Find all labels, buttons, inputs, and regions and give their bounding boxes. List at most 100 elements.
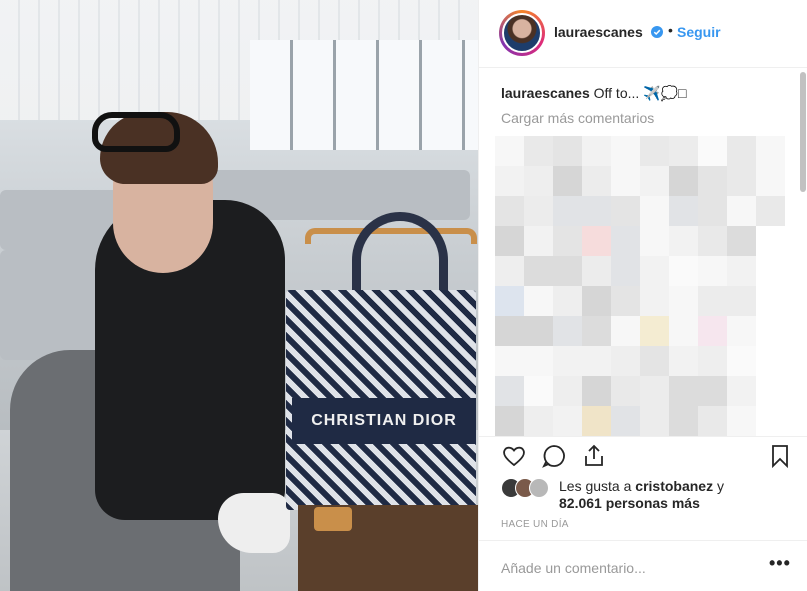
header-username[interactable]: lauraescanes — [554, 24, 643, 40]
blurred-pixel — [553, 316, 582, 346]
follow-button[interactable]: Seguir — [677, 24, 721, 40]
likes-prefix: Les gusta a — [559, 478, 632, 494]
blurred-pixel — [524, 406, 553, 436]
blurred-pixel — [611, 226, 640, 256]
blurred-pixel — [553, 346, 582, 376]
blurred-pixel — [495, 406, 524, 436]
comment-icon[interactable] — [541, 443, 567, 469]
blurred-pixel — [524, 166, 553, 196]
action-bar — [479, 436, 807, 476]
blurred-pixel — [640, 316, 669, 346]
caption-text: Off to... ✈️💭□ — [593, 85, 687, 101]
blurred-pixel — [756, 196, 785, 226]
photo-suitcase-tag — [314, 507, 352, 531]
blurred-pixel — [495, 226, 524, 256]
blurred-pixel — [669, 256, 698, 286]
story-ring[interactable] — [499, 10, 545, 56]
load-more-comments-button[interactable]: Cargar más comentarios — [501, 110, 654, 126]
blurred-pixel — [524, 256, 553, 286]
blurred-pixel — [582, 316, 611, 346]
post-header: lauraescanes • Seguir — [479, 0, 807, 68]
blurred-pixel — [582, 136, 611, 166]
blurred-pixel — [495, 376, 524, 406]
blurred-pixel — [524, 136, 553, 166]
blurred-pixel — [640, 166, 669, 196]
blurred-pixel — [698, 346, 727, 376]
blurred-pixel — [756, 316, 785, 346]
share-icon[interactable] — [581, 443, 607, 469]
blurred-pixel — [582, 196, 611, 226]
avatar[interactable] — [502, 13, 542, 53]
blurred-pixel — [582, 346, 611, 376]
blurred-pixel — [640, 226, 669, 256]
blurred-pixel — [582, 256, 611, 286]
blurred-pixel — [611, 316, 640, 346]
blurred-pixel — [495, 256, 524, 286]
blurred-pixel — [640, 136, 669, 166]
likes-conj: y — [716, 478, 724, 494]
blurred-pixel — [669, 226, 698, 256]
blurred-pixel — [727, 406, 756, 436]
blurred-pixel — [727, 316, 756, 346]
post-timestamp[interactable]: HACE UN DÍA — [501, 519, 569, 530]
heart-icon[interactable] — [501, 443, 527, 469]
liker-username[interactable]: cristobanez — [635, 478, 713, 494]
verified-badge-icon — [651, 26, 663, 38]
post-photo[interactable]: CHRISTIAN DIOR — [0, 0, 478, 591]
blurred-pixel — [611, 346, 640, 376]
bookmark-icon[interactable] — [767, 443, 793, 469]
likes-count-link[interactable]: 82.061 personas más — [559, 495, 700, 511]
caption-username[interactable]: lauraescanes — [501, 85, 590, 101]
blurred-pixel — [553, 196, 582, 226]
comments-scrollbar[interactable] — [800, 72, 806, 192]
more-options-button[interactable]: ••• — [769, 553, 791, 574]
blurred-pixel — [698, 166, 727, 196]
blurred-pixel — [495, 316, 524, 346]
blurred-pixel — [756, 406, 785, 436]
blurred-pixel — [669, 166, 698, 196]
post-caption: lauraescanes Off to... ✈️💭□ — [501, 85, 686, 102]
blurred-pixel — [611, 136, 640, 166]
blurred-pixel — [756, 376, 785, 406]
separator-dot: • — [668, 22, 673, 38]
blurred-pixel — [727, 136, 756, 166]
blurred-pixel — [727, 286, 756, 316]
blurred-pixel — [582, 376, 611, 406]
blurred-pixel — [698, 316, 727, 346]
blurred-pixel — [756, 286, 785, 316]
likers-avatars[interactable] — [501, 478, 553, 498]
blurred-pixel — [495, 196, 524, 226]
photo-sunglasses — [92, 112, 180, 152]
comment-input[interactable] — [501, 558, 751, 578]
blurred-pixel — [669, 346, 698, 376]
blurred-pixel — [582, 286, 611, 316]
blurred-pixel — [553, 166, 582, 196]
photo-shoe — [218, 493, 290, 553]
blurred-pixel — [727, 166, 756, 196]
blurred-pixel — [640, 196, 669, 226]
post-side-panel: lauraescanes • Seguir lauraescanes Off t… — [478, 0, 807, 591]
blurred-pixel — [524, 226, 553, 256]
blurred-pixel — [524, 196, 553, 226]
blurred-pixel — [727, 196, 756, 226]
blurred-pixel — [524, 286, 553, 316]
blurred-pixel — [582, 406, 611, 436]
blurred-pixel — [553, 406, 582, 436]
blurred-pixel — [495, 166, 524, 196]
blurred-pixel — [640, 346, 669, 376]
blurred-pixel — [669, 196, 698, 226]
blurred-pixel — [669, 406, 698, 436]
blurred-pixel — [553, 286, 582, 316]
blurred-pixel — [553, 376, 582, 406]
blurred-pixel — [495, 286, 524, 316]
blurred-pixel — [611, 376, 640, 406]
blurred-pixel — [582, 226, 611, 256]
blurred-pixel — [611, 406, 640, 436]
blurred-pixel — [640, 256, 669, 286]
blurred-pixel — [698, 376, 727, 406]
blurred-pixel — [495, 346, 524, 376]
photo-window — [250, 40, 478, 150]
liker-avatar[interactable] — [529, 478, 549, 498]
blurred-pixel — [756, 136, 785, 166]
blurred-pixel — [756, 226, 785, 256]
